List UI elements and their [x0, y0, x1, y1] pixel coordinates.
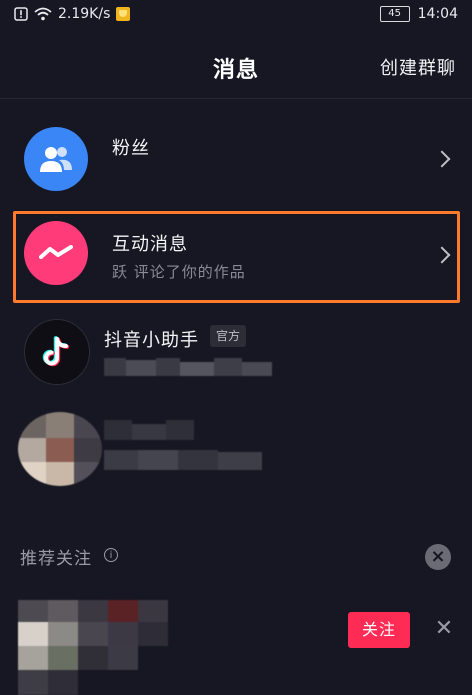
battery-indicator: 45 [379, 6, 410, 22]
dismiss-recommend-icon[interactable]: ✕ [433, 618, 455, 640]
status-right: 45 14:04 [379, 6, 458, 22]
header: 消息 创建群聊 [0, 38, 472, 94]
recommend-section-title: 推荐关注 [20, 549, 92, 569]
interactions-row-highlight[interactable] [13, 211, 460, 303]
recommend-user-pixelated [18, 600, 168, 695]
create-group-button[interactable]: 创建群聊 [380, 54, 456, 80]
network-speed: 2.19K/s [58, 6, 111, 22]
info-icon[interactable]: i [104, 548, 118, 562]
signal-alert-icon [14, 7, 28, 21]
close-recommend-icon[interactable]: × [425, 544, 451, 570]
status-left: 2.19K/s [14, 6, 131, 22]
header-divider [0, 98, 472, 99]
follow-button[interactable]: 关注 [348, 612, 410, 648]
fans-avatar [24, 127, 88, 191]
clock: 14:04 [417, 6, 458, 22]
people-icon [40, 147, 72, 172]
conversation-preview-pixelated [104, 420, 264, 476]
wifi-icon [34, 7, 52, 21]
shield-app-icon [116, 7, 131, 21]
status-bar: 2.19K/s 45 14:04 [0, 0, 472, 32]
conversation-avatar [18, 412, 102, 486]
fans-title: 粉丝 [112, 138, 150, 159]
assistant-row[interactable] [0, 312, 472, 398]
